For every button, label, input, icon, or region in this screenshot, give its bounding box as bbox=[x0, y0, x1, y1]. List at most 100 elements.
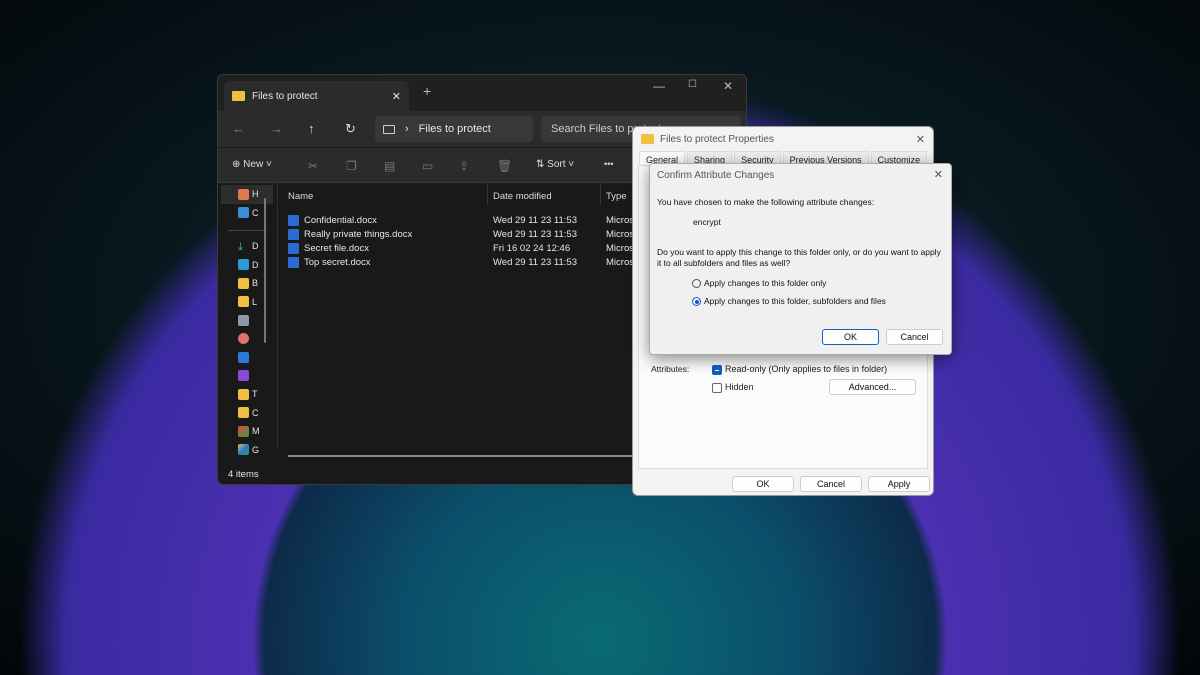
folder-icon bbox=[238, 407, 249, 419]
gallery-icon bbox=[238, 207, 249, 219]
radio-icon bbox=[692, 279, 701, 289]
sidebar-item-videos[interactable] bbox=[218, 367, 277, 386]
radio-folder-subfolders-files[interactable]: Apply changes to this folder, subfolders… bbox=[692, 296, 886, 307]
close-button[interactable]: ✕ bbox=[723, 79, 733, 93]
paste-icon[interactable]: ▤ bbox=[384, 159, 395, 173]
tab-files-to-protect[interactable]: Files to protect ✕ bbox=[224, 81, 409, 111]
file-name: Top secret.docx bbox=[304, 256, 371, 268]
maximize-button[interactable]: ☐ bbox=[688, 79, 697, 90]
more-options-button[interactable]: ••• bbox=[604, 159, 613, 169]
word-doc-icon bbox=[288, 242, 299, 254]
new-tab-button[interactable]: + bbox=[423, 83, 431, 99]
file-date: Wed 29 11 23 11:53 bbox=[493, 214, 577, 226]
delete-icon[interactable]: 🗑 bbox=[497, 159, 512, 173]
question-text: Do you want to apply this change to this… bbox=[657, 247, 941, 268]
minimize-button[interactable]: — bbox=[653, 79, 665, 93]
attributes-label: Attributes: bbox=[651, 364, 690, 374]
share-icon[interactable]: ⇪ bbox=[459, 159, 469, 173]
sidebar-scrollbar[interactable] bbox=[264, 198, 266, 343]
close-icon[interactable]: ✕ bbox=[916, 133, 925, 146]
file-type: Micros bbox=[606, 242, 634, 254]
word-doc-icon bbox=[288, 214, 299, 226]
ok-button[interactable]: OK bbox=[822, 329, 879, 345]
sidebar-item-folder[interactable]: T bbox=[218, 385, 277, 404]
sidebar-item-pictures[interactable] bbox=[218, 348, 277, 367]
file-type: Micros bbox=[606, 228, 634, 240]
option-label: Apply changes to this folder only bbox=[704, 278, 827, 288]
sidebar-label: C bbox=[252, 407, 259, 418]
music-icon bbox=[238, 333, 249, 345]
home-icon bbox=[238, 188, 249, 200]
up-icon[interactable]: ↑ bbox=[308, 121, 315, 136]
horizontal-scrollbar[interactable] bbox=[288, 455, 638, 457]
apply-button[interactable]: Apply bbox=[868, 476, 930, 492]
new-button[interactable]: ⊕ New ˅ bbox=[232, 159, 272, 170]
folder-icon bbox=[232, 91, 245, 101]
cancel-button[interactable]: Cancel bbox=[886, 329, 943, 345]
close-icon[interactable]: ✕ bbox=[934, 168, 943, 181]
indeterminate-check-icon bbox=[712, 364, 722, 375]
folder-icon bbox=[238, 277, 249, 289]
intro-text: You have chosen to make the following at… bbox=[657, 197, 875, 207]
breadcrumb-item[interactable]: Files to protect bbox=[419, 123, 491, 135]
dialog-title: Files to protect Properties bbox=[660, 133, 774, 145]
rename-icon[interactable]: ▭ bbox=[422, 159, 433, 173]
breadcrumb[interactable]: › Files to protect bbox=[375, 116, 533, 142]
plus-circle-icon: ⊕ bbox=[232, 159, 241, 170]
confirm-attribute-changes-dialog: Confirm Attribute Changes ✕ You have cho… bbox=[649, 163, 952, 355]
copy-icon[interactable]: ❐ bbox=[346, 159, 357, 173]
divider bbox=[228, 230, 267, 231]
cancel-button[interactable]: Cancel bbox=[800, 476, 862, 492]
sidebar-item-drive[interactable] bbox=[218, 311, 277, 330]
sidebar-item-downloads[interactable]: ⤓ D bbox=[218, 237, 277, 256]
sidebar-label: T bbox=[252, 389, 258, 400]
sidebar-item-drive-shared[interactable]: M bbox=[218, 422, 277, 441]
cut-icon[interactable]: ✂ bbox=[308, 159, 318, 173]
sidebar-item-folder[interactable]: B bbox=[218, 274, 277, 293]
desktop-icon bbox=[238, 259, 249, 271]
radio-folder-only[interactable]: Apply changes to this folder only bbox=[692, 278, 827, 289]
sidebar-item-music[interactable] bbox=[218, 330, 277, 349]
sidebar-label: L bbox=[252, 296, 258, 307]
readonly-checkbox[interactable]: Read-only (Only applies to files in fold… bbox=[712, 364, 887, 375]
hidden-checkbox[interactable]: Hidden bbox=[712, 382, 754, 393]
sidebar-item-desktop[interactable]: D bbox=[218, 256, 277, 275]
change-text: encrypt bbox=[693, 217, 721, 227]
sort-button[interactable]: ⇅ Sort ˅ bbox=[536, 159, 574, 170]
new-label: New bbox=[243, 159, 264, 170]
dialog-title: Confirm Attribute Changes bbox=[657, 170, 775, 181]
sidebar-label: C bbox=[252, 207, 259, 218]
advanced-button[interactable]: Advanced... bbox=[829, 379, 916, 395]
sidebar-item-folder[interactable]: C bbox=[218, 404, 277, 423]
navigation-pane: H C ⤓ D D B L T C M G bbox=[218, 183, 278, 456]
download-icon: ⤓ bbox=[238, 240, 243, 253]
file-type: Micros bbox=[606, 256, 634, 268]
videos-icon bbox=[238, 370, 249, 382]
word-doc-icon bbox=[288, 228, 299, 240]
drive-icon bbox=[238, 314, 249, 326]
sidebar-item-folder[interactable]: L bbox=[218, 293, 277, 312]
tab-label: Files to protect bbox=[252, 90, 318, 102]
sidebar-label: M bbox=[252, 426, 260, 437]
forward-icon[interactable]: → bbox=[270, 121, 283, 136]
close-tab-icon[interactable]: ✕ bbox=[392, 90, 401, 103]
file-date: Wed 29 11 23 11:53 bbox=[493, 256, 577, 268]
properties-title-bar: Files to protect Properties ✕ bbox=[633, 127, 933, 151]
google-drive-icon bbox=[238, 444, 249, 456]
ok-button[interactable]: OK bbox=[732, 476, 794, 492]
folder-icon bbox=[238, 388, 249, 400]
file-type: Micros bbox=[606, 214, 634, 226]
column-name[interactable]: Name bbox=[288, 183, 488, 205]
radio-selected-icon bbox=[692, 297, 701, 307]
sidebar-label: G bbox=[252, 444, 260, 455]
sidebar-label: B bbox=[252, 278, 259, 289]
sidebar-item-gallery[interactable]: C bbox=[218, 204, 277, 223]
file-name: Confidential.docx bbox=[304, 214, 377, 226]
refresh-icon[interactable]: ↻ bbox=[345, 121, 356, 137]
sidebar-item-google-drive[interactable]: G bbox=[218, 441, 277, 460]
column-date-modified[interactable]: Date modified bbox=[488, 183, 601, 205]
folder-icon bbox=[641, 134, 654, 144]
back-icon[interactable]: ← bbox=[232, 121, 245, 136]
pictures-icon bbox=[238, 351, 249, 363]
file-name: Really private things.docx bbox=[304, 228, 413, 240]
